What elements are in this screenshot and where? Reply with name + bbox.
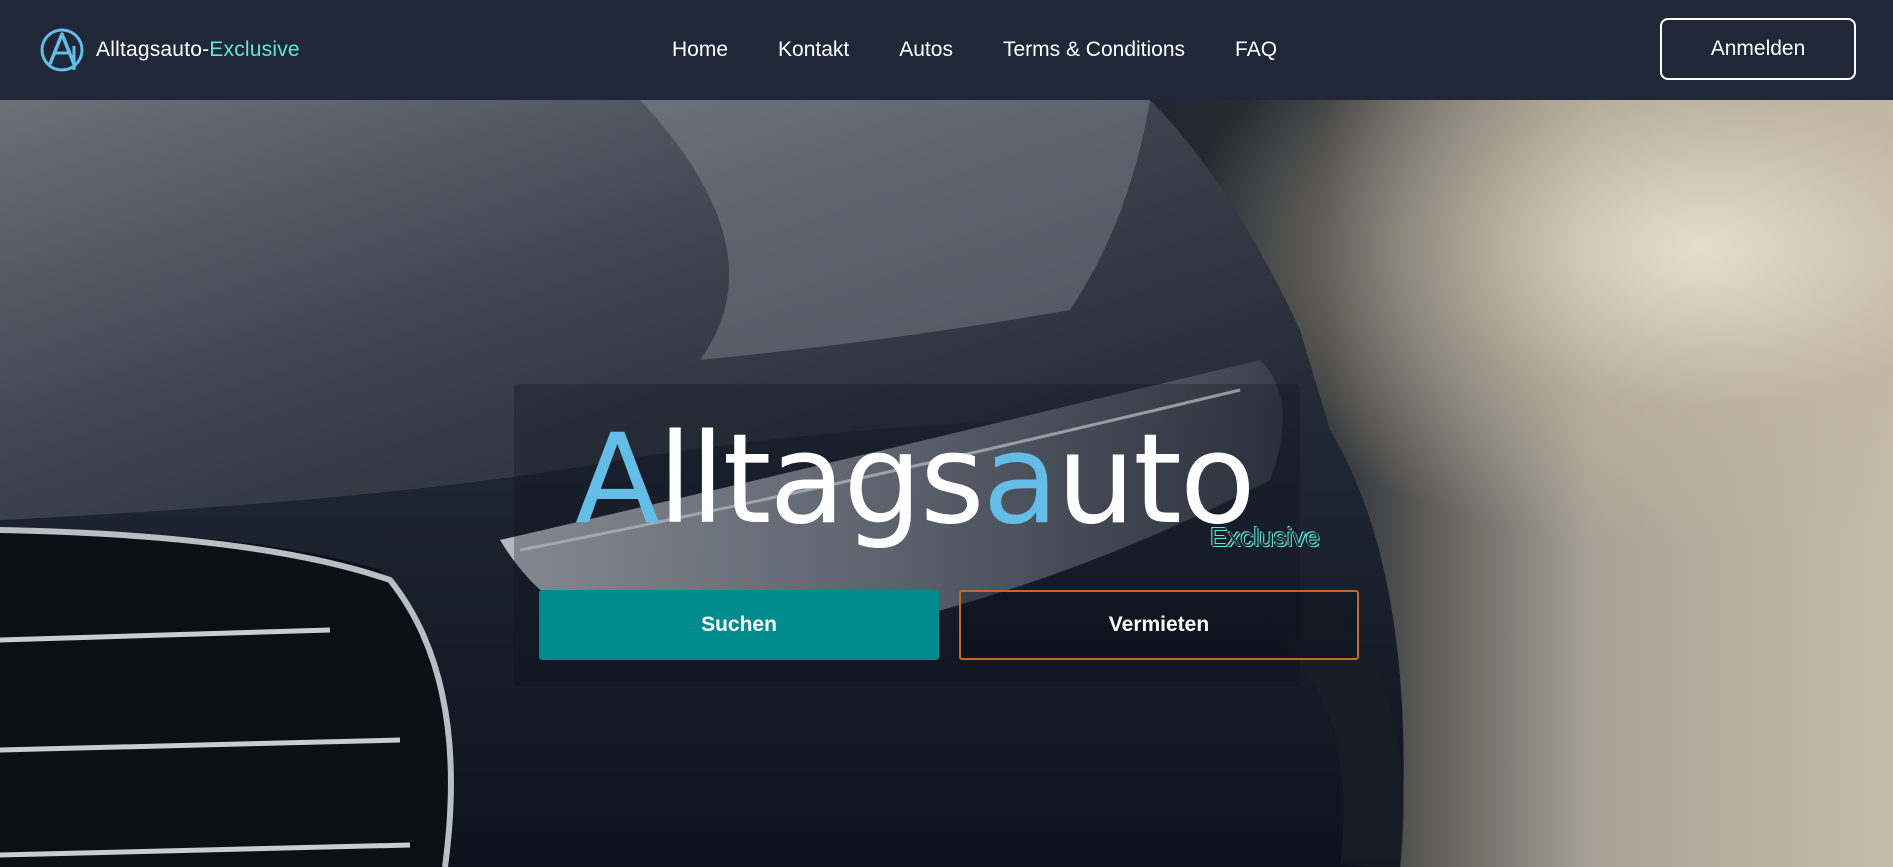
nav-item-home: Home bbox=[672, 38, 728, 62]
brand-name-main: Alltagsauto- bbox=[96, 38, 210, 61]
hero-logo-wordmark: Alltagsauto bbox=[575, 408, 1256, 552]
main-nav: Home Kontakt Autos Terms & Conditions FA… bbox=[672, 0, 1277, 100]
nav-item-kontakt: Kontakt bbox=[778, 38, 849, 62]
alltagsauto-logo-icon bbox=[40, 28, 84, 72]
search-button[interactable]: Suchen bbox=[539, 590, 939, 660]
nav-item-terms: Terms & Conditions bbox=[1003, 38, 1185, 62]
hero-logo-subtitle: Exclusive bbox=[1210, 522, 1320, 552]
nav-link-autos[interactable]: Autos bbox=[899, 38, 953, 61]
brand-name: Alltagsauto-Exclusive bbox=[96, 38, 300, 62]
nav-link-home[interactable]: Home bbox=[672, 38, 728, 61]
nav-link-terms[interactable]: Terms & Conditions bbox=[1003, 38, 1185, 61]
brand-name-accent: Exclusive bbox=[209, 38, 300, 61]
nav-item-autos: Autos bbox=[899, 38, 953, 62]
nav-link-faq[interactable]: FAQ bbox=[1235, 38, 1277, 61]
hero-section: Alltagsauto Exclusive Suchen Vermieten bbox=[0, 100, 1893, 867]
rent-out-button[interactable]: Vermieten bbox=[959, 590, 1359, 660]
nav-link-kontakt[interactable]: Kontakt bbox=[778, 38, 849, 61]
hero-logo: Alltagsauto Exclusive bbox=[575, 410, 1320, 560]
hero-logo-part-2: lltags bbox=[657, 408, 985, 552]
nav-item-faq: FAQ bbox=[1235, 38, 1277, 62]
hero-logo-part-1: A bbox=[575, 408, 660, 552]
site-header: Alltagsauto-Exclusive Home Kontakt Autos… bbox=[0, 0, 1893, 100]
brand-home-link[interactable]: Alltagsauto-Exclusive bbox=[38, 26, 300, 74]
hero-logo-part-3: a bbox=[982, 408, 1059, 552]
login-button[interactable]: Anmelden bbox=[1660, 18, 1856, 80]
